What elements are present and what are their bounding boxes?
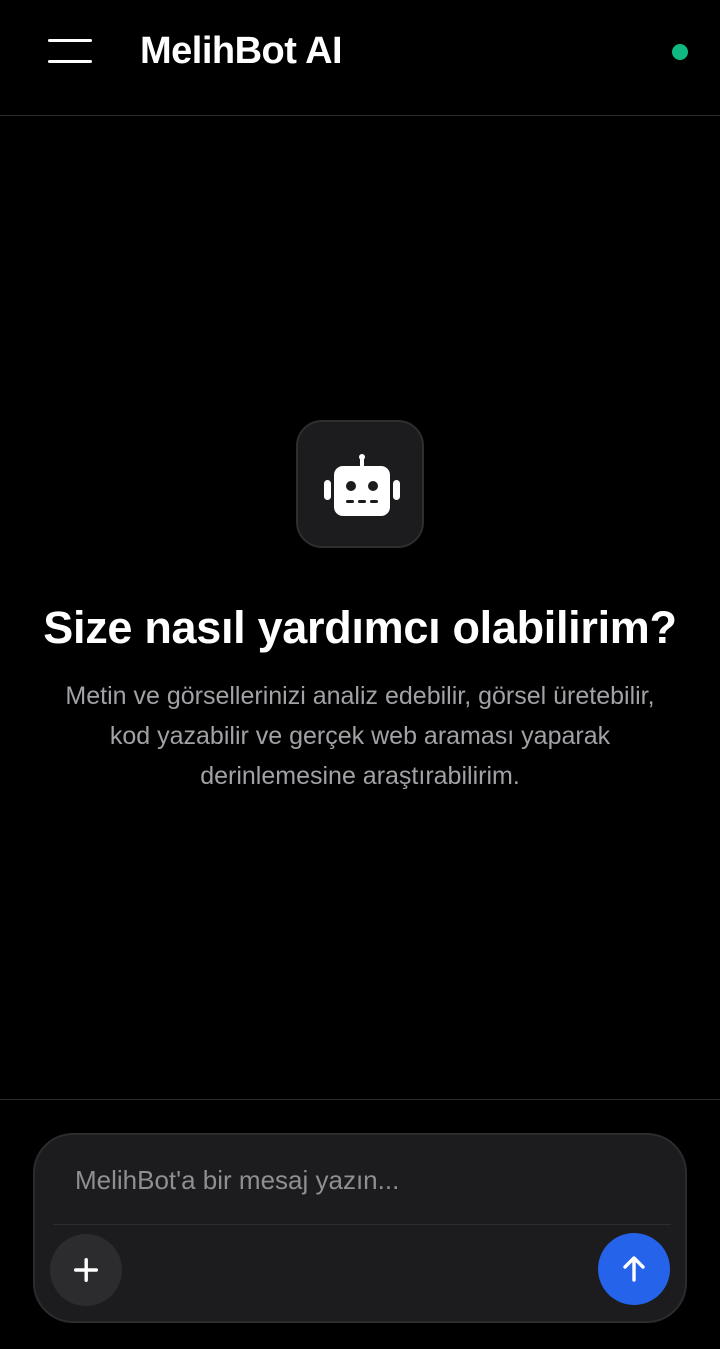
footer-divider xyxy=(0,1099,720,1100)
welcome-subtitle: Metin ve görsellerinizi analiz edebilir,… xyxy=(65,682,655,790)
bot-avatar-tile xyxy=(296,420,424,548)
online-status-indicator xyxy=(672,44,688,60)
send-button[interactable] xyxy=(598,1233,670,1305)
message-input[interactable] xyxy=(75,1157,655,1203)
top-bar: MelihBot AI xyxy=(0,0,720,116)
app-title: MelihBot AI xyxy=(140,30,343,72)
welcome-title: Size nasıl yardımcı olabilirim? xyxy=(43,602,677,653)
menu-button[interactable] xyxy=(38,26,102,78)
app-root: MelihBot AI Size nasıl yardımcı olabilir… xyxy=(0,0,720,1349)
robot-icon xyxy=(324,454,400,516)
arrow-up-icon xyxy=(623,1256,645,1282)
attach-button[interactable] xyxy=(50,1234,122,1306)
message-composer xyxy=(33,1133,687,1323)
plus-icon xyxy=(74,1258,98,1282)
composer-divider xyxy=(53,1224,671,1225)
